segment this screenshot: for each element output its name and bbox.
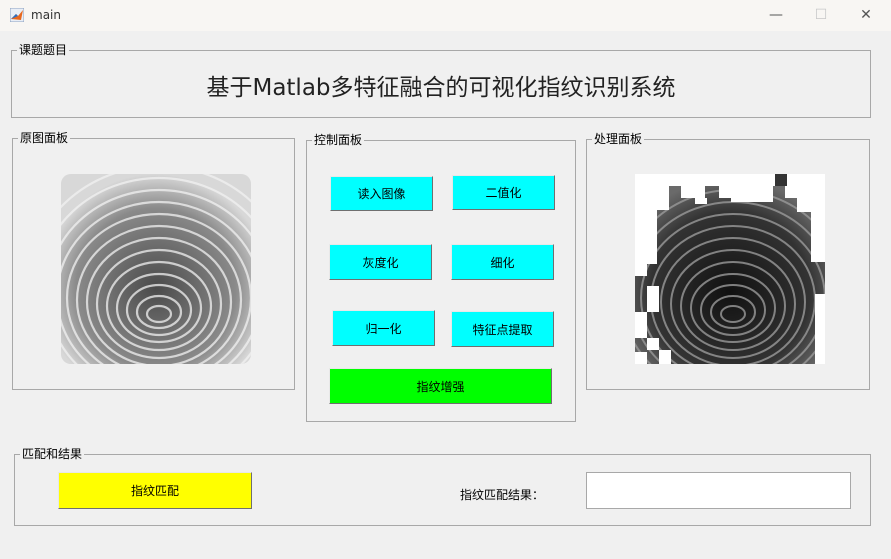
matlab-icon — [10, 8, 24, 22]
grayscale-button[interactable]: 灰度化 — [329, 244, 432, 280]
processed-panel-label: 处理面板 — [592, 131, 645, 147]
header-panel: 课题题目 基于Matlab多特征融合的可视化指纹识别系统 — [11, 42, 871, 118]
original-fingerprint-image — [61, 174, 251, 364]
original-panel-label: 原图面板 — [18, 130, 71, 146]
match-result-label: 指纹匹配结果： — [460, 488, 545, 502]
header-panel-label: 课题题目 — [17, 42, 70, 58]
page-title: 基于Matlab多特征融合的可视化指纹识别系统 — [206, 75, 676, 101]
match-result-field[interactable] — [586, 472, 851, 509]
processed-fingerprint-image — [635, 174, 825, 364]
read-image-button[interactable]: 读入图像 — [330, 176, 433, 211]
minimize-button[interactable]: — — [756, 4, 796, 26]
normalize-button[interactable]: 归一化 — [332, 310, 435, 346]
window-title: main — [31, 8, 61, 22]
binarize-button[interactable]: 二值化 — [452, 175, 555, 210]
control-panel-label: 控制面板 — [312, 132, 365, 148]
enhance-button[interactable]: 指纹增强 — [329, 368, 552, 404]
thinning-button[interactable]: 细化 — [451, 244, 554, 280]
window-titlebar: main — ☐ ✕ — [0, 0, 891, 31]
close-button[interactable]: ✕ — [846, 4, 886, 26]
fingerprint-match-button[interactable]: 指纹匹配 — [58, 472, 252, 509]
maximize-button[interactable]: ☐ — [801, 4, 841, 26]
match-panel-label: 匹配和结果 — [20, 446, 85, 462]
feature-extract-button[interactable]: 特征点提取 — [451, 311, 554, 347]
